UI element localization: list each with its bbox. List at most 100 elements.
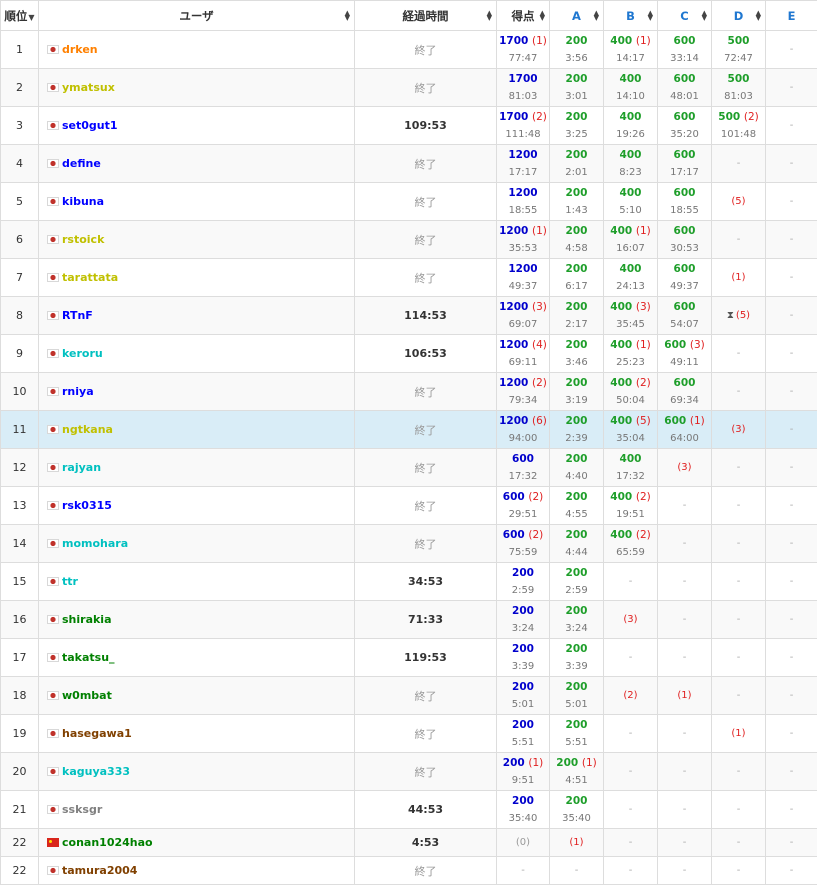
problem-b-header[interactable]: B▲▼	[604, 1, 658, 31]
submission-time: 3:24	[565, 620, 587, 637]
user-link[interactable]: ssksgr	[62, 803, 102, 816]
problem-e-header[interactable]: E	[766, 1, 817, 31]
problem-score: 200	[566, 527, 588, 544]
problem-score: 200	[566, 793, 588, 810]
problem-d-cell: 500 (2)101:48	[712, 107, 766, 145]
rank-cell: 20	[1, 753, 39, 791]
table-row: 14momohara終了600 (2)75:592004:44400 (2)65…	[1, 525, 817, 563]
problem-b-cell: 4008:23	[604, 145, 658, 183]
user-link[interactable]: takatsu_	[62, 651, 115, 664]
no-submission: -	[790, 345, 794, 362]
user-link[interactable]: tamura2004	[62, 864, 137, 877]
submission-time: 25:23	[616, 354, 645, 371]
user-cell: rsk0315	[39, 487, 355, 525]
japan-flag-icon	[47, 349, 59, 358]
user-link[interactable]: rniya	[62, 385, 94, 398]
cell-content: 1700 (2)111:48	[497, 109, 549, 143]
elapsed-cell: 終了	[355, 145, 497, 183]
cell-content: -	[658, 573, 711, 590]
problem-a-header[interactable]: A▲▼	[550, 1, 604, 31]
user-link[interactable]: ymatsux	[62, 81, 115, 94]
elapsed-cell: 終了	[355, 857, 497, 885]
user-link[interactable]: rajyan	[62, 461, 101, 474]
user-link[interactable]: hasegawa1	[62, 727, 132, 740]
rank-cell: 14	[1, 525, 39, 563]
user-link[interactable]: keroru	[62, 347, 103, 360]
wrong-count: (3)	[731, 424, 745, 435]
score-value: 400	[620, 263, 642, 275]
total-score: 1700	[508, 71, 537, 88]
penalty-count: (6)	[532, 415, 547, 427]
elapsed-header[interactable]: 経過時間▲▼	[355, 1, 497, 31]
score-header[interactable]: 得点▲▼	[497, 1, 550, 31]
user-link[interactable]: kaguya333	[62, 765, 130, 778]
penalty-count: (5)	[636, 415, 651, 427]
submission-time: 4:44	[565, 544, 587, 561]
cell-content: -	[712, 687, 765, 704]
user-link[interactable]: kibuna	[62, 195, 104, 208]
no-submission: -	[737, 573, 741, 590]
user-cell: ngtkana	[39, 411, 355, 449]
user-link[interactable]: conan1024hao	[62, 836, 153, 849]
problem-e-cell: -	[766, 857, 817, 885]
no-submission: -	[737, 649, 741, 666]
penalty-count: (2)	[636, 377, 651, 389]
score-value: 600	[674, 377, 696, 389]
penalty-count: (2)	[532, 377, 547, 389]
sort-icon: ▲▼	[648, 11, 653, 21]
no-submission: -	[683, 801, 687, 818]
problem-d-cell: -	[712, 791, 766, 829]
table-row: 22tamura2004終了------	[1, 857, 817, 885]
problem-d-cell: -	[712, 487, 766, 525]
total-score: 200	[512, 603, 534, 620]
standings-body: 1drken終了1700 (1)77:472003:56400 (1)14:17…	[1, 31, 817, 885]
cell-content: (1)	[712, 725, 765, 742]
user-link[interactable]: momohara	[62, 537, 128, 550]
user-link[interactable]: ttr	[62, 575, 78, 588]
total-score: 600 (2)	[503, 489, 543, 506]
elapsed-cell: 終了	[355, 411, 497, 449]
table-row: 10rniya終了1200 (2)79:342003:19400 (2)50:0…	[1, 373, 817, 411]
cell-content: -	[658, 497, 711, 514]
user-link[interactable]: drken	[62, 43, 98, 56]
cell-content: 2002:17	[550, 299, 603, 333]
problem-score: 400	[620, 109, 642, 126]
table-row: 2ymatsux終了170081:032003:0140014:1060048:…	[1, 69, 817, 107]
problem-e-cell: -	[766, 145, 817, 183]
submission-time: 69:34	[670, 392, 699, 409]
cell-content: 400 (3)35:45	[604, 299, 657, 333]
table-row: 16shirakia71:332003:242003:24(3)---	[1, 601, 817, 639]
penalty-count: (1)	[582, 757, 597, 769]
user-link[interactable]: rsk0315	[62, 499, 112, 512]
user-link[interactable]: w0mbat	[62, 689, 112, 702]
user-link[interactable]: define	[62, 157, 101, 170]
submission-time: 4:58	[565, 240, 587, 257]
problem-c-header[interactable]: C▲▼	[658, 1, 712, 31]
table-row: 6rstoick終了1200 (1)35:532004:58400 (1)16:…	[1, 221, 817, 259]
user-link[interactable]: ngtkana	[62, 423, 113, 436]
user-link[interactable]: shirakia	[62, 613, 112, 626]
total-cell: 1200 (6)94:00	[497, 411, 550, 449]
score-value: 200	[556, 757, 578, 769]
rank-header[interactable]: 順位▼	[1, 1, 39, 31]
cell-content: -	[712, 497, 765, 514]
japan-flag-icon	[47, 311, 59, 320]
user-link[interactable]: RTnF	[62, 309, 93, 322]
submission-time: 35:04	[616, 430, 645, 447]
problem-score: 200	[566, 641, 588, 658]
problem-score: 200	[566, 261, 588, 278]
submission-time: 6:17	[565, 278, 587, 295]
user-link[interactable]: rstoick	[62, 233, 104, 246]
submission-time: 35:40	[562, 810, 591, 827]
cell-content: 200 (1)4:51	[550, 755, 603, 789]
score-value: 600	[674, 263, 696, 275]
user-header[interactable]: ユーザ▲▼	[39, 1, 355, 31]
score-header-label: 得点	[512, 9, 535, 23]
score-value: 200	[512, 605, 534, 617]
user-link[interactable]: set0gut1	[62, 119, 118, 132]
no-submission: -	[790, 535, 794, 552]
score-value: 400	[610, 529, 632, 541]
user-link[interactable]: tarattata	[62, 271, 118, 284]
problem-d-header[interactable]: D▲▼	[712, 1, 766, 31]
cell-content: 4008:23	[604, 147, 657, 181]
